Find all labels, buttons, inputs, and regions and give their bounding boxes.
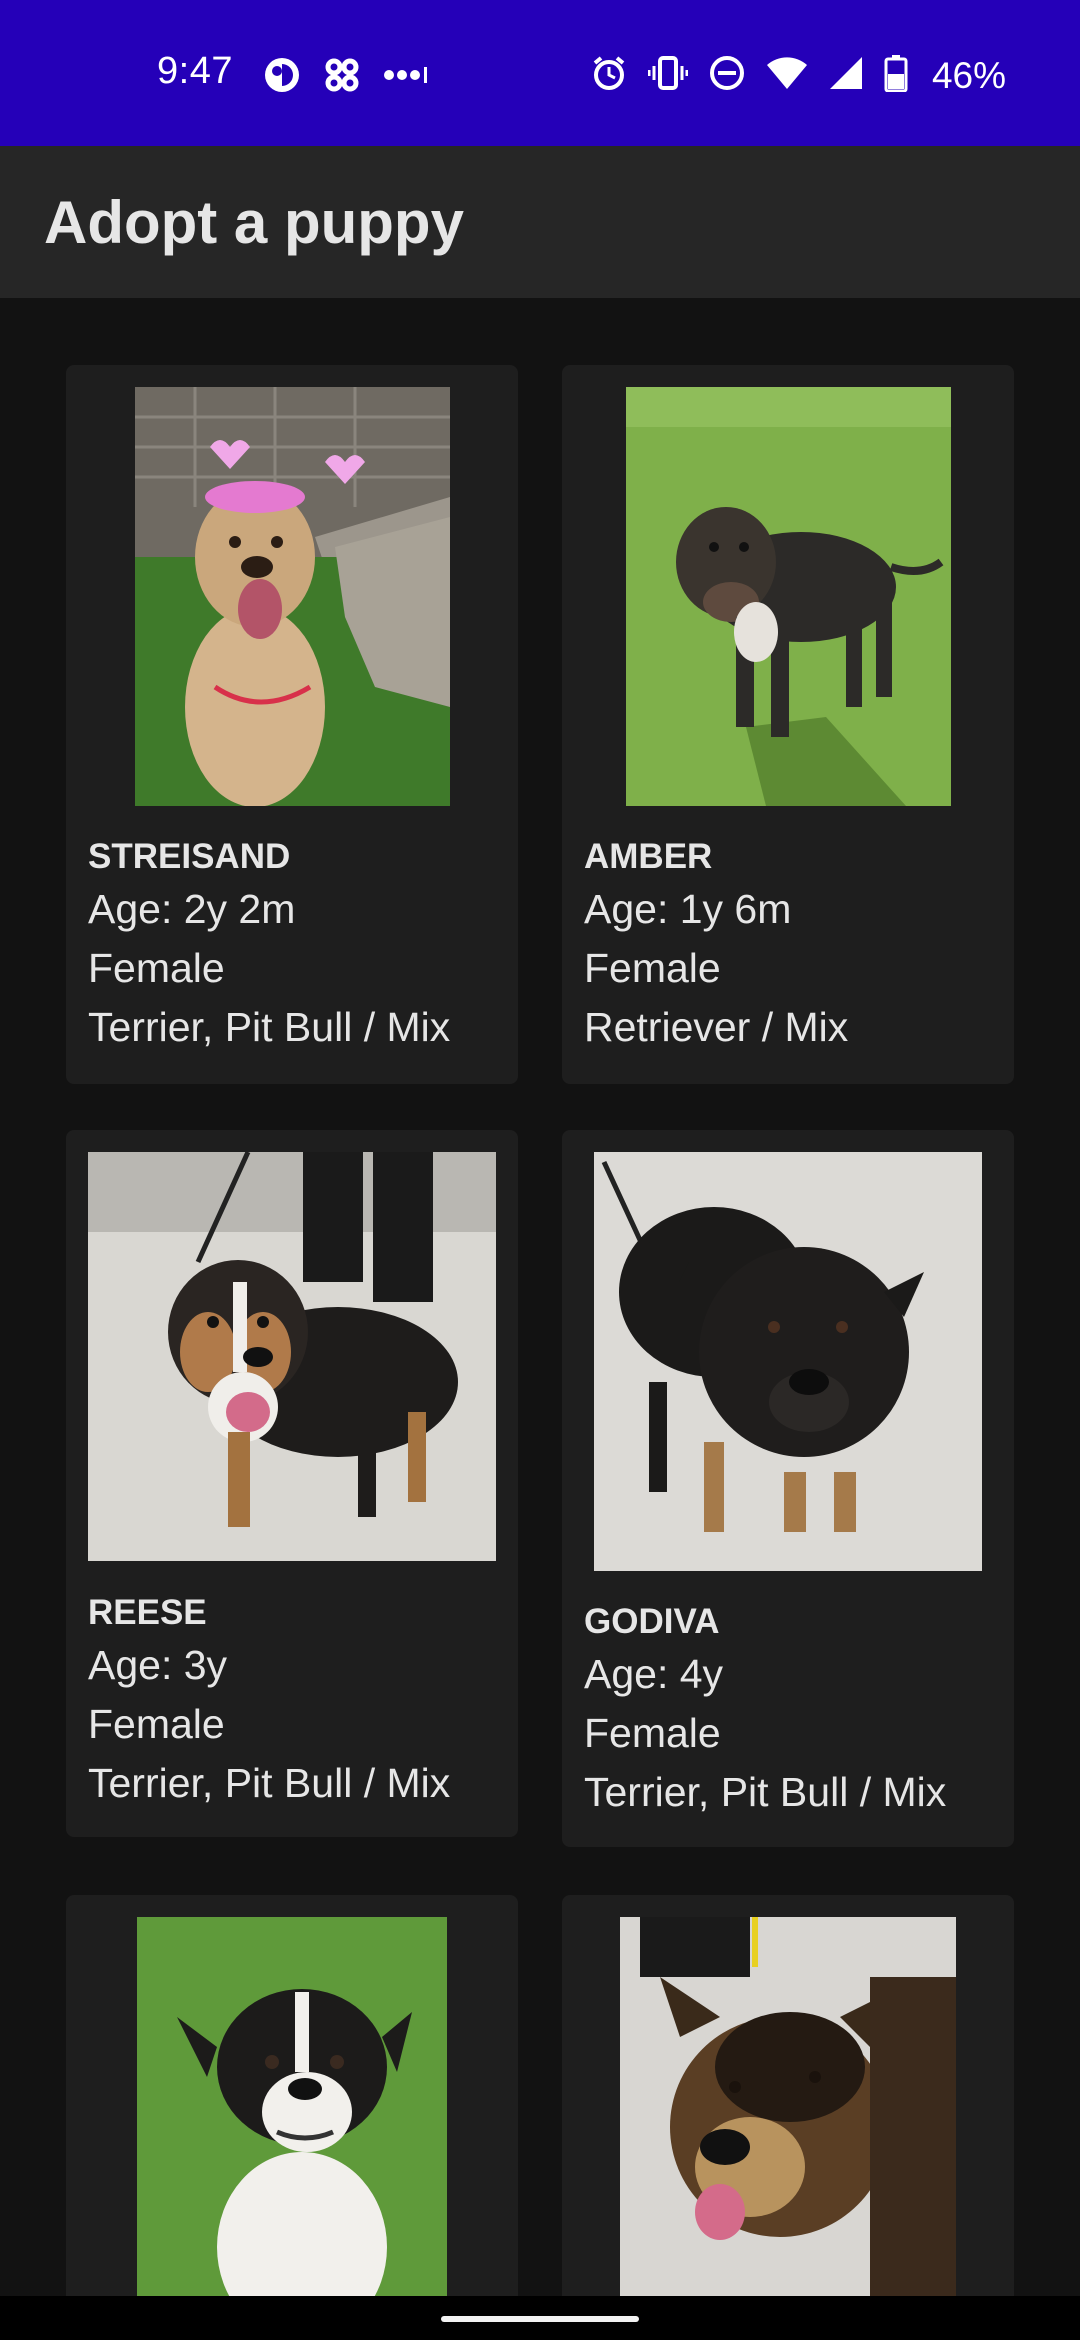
puppy-card[interactable]: STREISAND Age: 2y 2m Female Terrier, Pit…: [66, 365, 518, 1084]
status-bar: 9:47 46%: [0, 0, 1080, 146]
puppy-name: REESE: [88, 1593, 207, 1632]
puppy-info: AMBER Age: 1y 6m Female Retriever / Mix: [584, 834, 848, 1057]
puppy-grid[interactable]: STREISAND Age: 2y 2m Female Terrier, Pit…: [0, 298, 1080, 2296]
puppy-card[interactable]: AMBER Age: 1y 6m Female Retriever / Mix: [562, 365, 1014, 1084]
puppy-age: Age: 1y 6m: [584, 886, 792, 932]
status-time: 9:47: [157, 50, 233, 92]
dnd-icon: [708, 54, 746, 97]
puppy-photo: [88, 1152, 496, 1561]
puppy-age: Age: 4y: [584, 1651, 724, 1697]
status-left-icons: [263, 56, 429, 99]
alarm-icon: [590, 54, 628, 97]
puppy-photo: [626, 387, 951, 806]
battery-percent: 46%: [931, 54, 1006, 96]
puppy-info: STREISAND Age: 2y 2m Female Terrier, Pit…: [88, 834, 450, 1057]
puppy-card[interactable]: [66, 1895, 518, 2296]
puppy-photo: [620, 1917, 956, 2296]
puppy-card[interactable]: REESE Age: 3y Female Terrier, Pit Bull /…: [66, 1130, 518, 1837]
puppy-info: REESE Age: 3y Female Terrier, Pit Bull /…: [88, 1590, 450, 1813]
puppy-name: STREISAND: [88, 837, 291, 876]
signal-icon: [828, 55, 864, 96]
battery-icon: [884, 54, 908, 97]
puppy-info: GODIVA Age: 4y Female Terrier, Pit Bull …: [584, 1599, 946, 1822]
puppy-photo: [135, 387, 450, 806]
puppy-age: Age: 3y: [88, 1642, 228, 1688]
status-right-icons: 46%: [590, 54, 1006, 97]
app-bar: Adopt a puppy: [0, 146, 1080, 298]
puppy-photo: [137, 1917, 447, 2296]
puppy-breed: Terrier, Pit Bull / Mix: [584, 1769, 947, 1815]
home-gesture-handle[interactable]: [441, 2316, 639, 2322]
page-title: Adopt a puppy: [44, 189, 464, 256]
grid-icon: [323, 56, 361, 99]
puppy-breed: Retriever / Mix: [584, 1004, 849, 1050]
puppy-photo: [594, 1152, 982, 1571]
puppy-sex: Female: [584, 945, 721, 991]
puppy-name: AMBER: [584, 837, 713, 876]
more-dots-icon: [383, 65, 429, 90]
puppy-card[interactable]: [562, 1895, 1014, 2296]
puppy-card[interactable]: GODIVA Age: 4y Female Terrier, Pit Bull …: [562, 1130, 1014, 1847]
puppy-name: GODIVA: [584, 1602, 720, 1641]
navigation-bar: [0, 2296, 1080, 2340]
puppy-sex: Female: [88, 1701, 225, 1747]
vibrate-icon: [647, 54, 689, 97]
app-icon: [263, 56, 301, 99]
wifi-icon: [766, 55, 808, 96]
puppy-breed: Terrier, Pit Bull / Mix: [88, 1760, 451, 1806]
puppy-sex: Female: [584, 1710, 721, 1756]
puppy-breed: Terrier, Pit Bull / Mix: [88, 1004, 451, 1050]
puppy-age: Age: 2y 2m: [88, 886, 296, 932]
puppy-sex: Female: [88, 945, 225, 991]
